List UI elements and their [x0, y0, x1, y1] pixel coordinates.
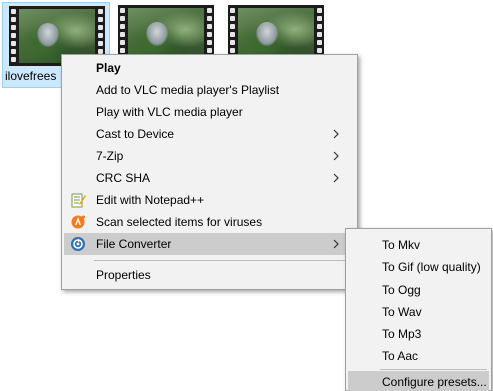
submenu-item-label: Configure presets...: [382, 375, 487, 389]
submenu-item-label: To Gif (low quality): [382, 260, 481, 274]
menu-item-label: Edit with Notepad++: [96, 193, 205, 207]
submenu-item-to-wav[interactable]: To Wav: [348, 301, 489, 323]
menu-item-label: Play with VLC media player: [96, 105, 243, 119]
submenu-item-to-aac[interactable]: To Aac: [348, 345, 489, 367]
explorer-view: ilovefrees Play Add to VLC media player'…: [0, 0, 493, 391]
submenu-item-label: To Mkv: [382, 238, 421, 252]
menu-item-label: Play: [96, 61, 121, 75]
menu-item-crc-sha[interactable]: CRC SHA: [64, 167, 355, 189]
menu-item-scan-for-viruses[interactable]: Scan selected items for viruses: [64, 211, 355, 233]
submenu-item-to-ogg[interactable]: To Ogg: [348, 279, 489, 301]
menu-item-play[interactable]: Play: [64, 57, 355, 79]
submenu-item-configure-presets[interactable]: Configure presets...: [348, 371, 489, 391]
chevron-right-icon: [333, 151, 339, 161]
menu-item-play-with-vlc[interactable]: Play with VLC media player: [64, 101, 355, 123]
menu-item-label: CRC SHA: [96, 171, 151, 185]
notepad-plus-plus-icon: [71, 193, 86, 208]
chevron-right-icon: [333, 173, 339, 183]
menu-item-cast-to-device[interactable]: Cast to Device: [64, 123, 355, 145]
submenu-item-to-mkv[interactable]: To Mkv: [348, 234, 489, 256]
chevron-right-icon: [333, 239, 339, 249]
menu-item-7zip[interactable]: 7-Zip: [64, 145, 355, 167]
submenu-item-label: To Wav: [382, 305, 422, 319]
menu-item-properties[interactable]: Properties: [64, 264, 355, 286]
menu-separator: [94, 260, 353, 261]
file-name: ilovefrees: [5, 69, 57, 83]
submenu-item-label: To Aac: [382, 349, 419, 363]
submenu-item-label: To Ogg: [382, 283, 421, 297]
menu-item-label: 7-Zip: [96, 149, 124, 163]
menu-item-label: Properties: [96, 268, 151, 282]
file-converter-icon: [71, 237, 85, 251]
avast-icon: [71, 215, 85, 229]
submenu-item-to-gif[interactable]: To Gif (low quality): [348, 256, 489, 278]
menu-item-label: Cast to Device: [96, 127, 175, 141]
submenu-item-label: To Mp3: [382, 327, 422, 341]
file-converter-submenu: To Mkv To Gif (low quality) To Ogg To Wa…: [345, 228, 492, 391]
menu-item-file-converter[interactable]: File Converter: [64, 233, 355, 255]
chevron-right-icon: [333, 129, 339, 139]
menu-item-label: Scan selected items for viruses: [96, 215, 263, 229]
menu-item-label: File Converter: [96, 237, 172, 251]
menu-item-edit-with-notepad-plus-plus[interactable]: Edit with Notepad++: [64, 189, 355, 211]
menu-item-label: Add to VLC media player's Playlist: [96, 83, 280, 97]
film-strip-icon: [9, 6, 18, 66]
submenu-item-to-mp3[interactable]: To Mp3: [348, 323, 489, 345]
context-menu: Play Add to VLC media player's Playlist …: [61, 54, 358, 290]
submenu-separator: [380, 369, 487, 370]
menu-item-add-to-vlc-playlist[interactable]: Add to VLC media player's Playlist: [64, 79, 355, 101]
